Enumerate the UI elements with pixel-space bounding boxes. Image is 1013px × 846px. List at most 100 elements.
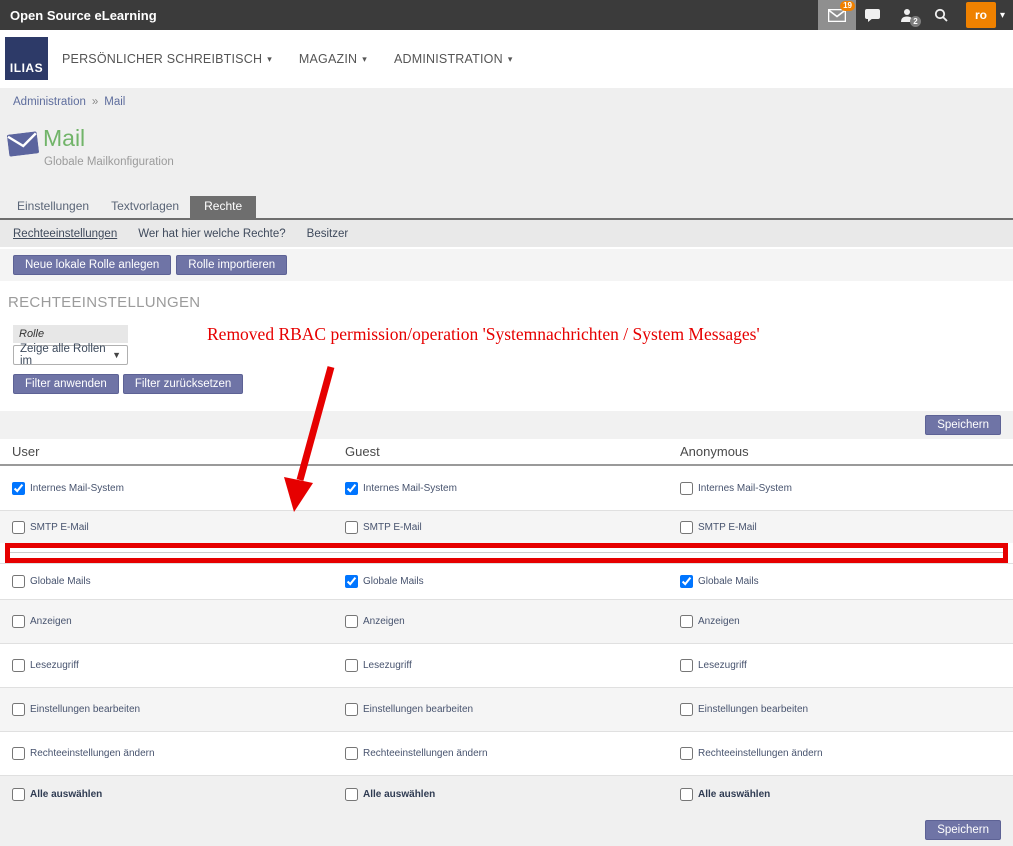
permission-checkbox-anonymous[interactable]: [680, 482, 693, 495]
nav-item-administration[interactable]: ADMINISTRATION ▾: [394, 52, 513, 66]
permission-row: SMTP E-MailSMTP E-MailSMTP E-Mail: [0, 510, 1013, 543]
permission-label: Alle auswählen: [30, 789, 102, 800]
online-badge: 2: [910, 16, 921, 27]
permission-checkbox-anonymous[interactable]: [680, 703, 693, 716]
permission-label: Alle auswählen: [363, 789, 435, 800]
permission-checkbox-user[interactable]: [12, 521, 25, 534]
permission-checkbox-user[interactable]: [12, 659, 25, 672]
tab-textvorlagen[interactable]: Textvorlagen: [100, 195, 190, 218]
permission-cell: Globale Mails: [680, 575, 1013, 588]
role-filter-selected-value: Zeige alle Rollen im: [20, 343, 112, 367]
role-filter-select[interactable]: Zeige alle Rollen im ▼: [13, 345, 128, 365]
permission-checkbox-guest[interactable]: [345, 659, 358, 672]
permission-checkbox-guest[interactable]: [345, 521, 358, 534]
permission-cell: Anzeigen: [345, 615, 680, 628]
permission-cell: Anzeigen: [680, 615, 1013, 628]
search-button[interactable]: [924, 0, 958, 30]
subtab-wer-hat-welche-rechte[interactable]: Wer hat hier welche Rechte?: [138, 228, 285, 240]
import-role-button[interactable]: Rolle importieren: [176, 255, 287, 275]
permission-cell: Rechteeinstellungen ändern: [345, 747, 680, 760]
nav-item-label: ADMINISTRATION: [394, 52, 503, 66]
permission-label: Lesezugriff: [30, 660, 79, 671]
permission-checkbox-user[interactable]: [12, 615, 25, 628]
permission-label: SMTP E-Mail: [698, 522, 757, 533]
breadcrumb-administration[interactable]: Administration: [13, 96, 86, 108]
permission-label: Alle auswählen: [698, 789, 770, 800]
permission-cell: Einstellungen bearbeiten: [680, 703, 1013, 716]
permission-cell: Rechteeinstellungen ändern: [12, 747, 345, 760]
user-menu-caret-icon[interactable]: ▾: [996, 10, 1013, 21]
permission-checkbox-anonymous[interactable]: [680, 615, 693, 628]
subtab-besitzer[interactable]: Besitzer: [307, 228, 349, 240]
who-is-online-button[interactable]: 2: [890, 0, 924, 30]
mail-object-icon: [7, 131, 39, 156]
column-header-anonymous: Anonymous: [680, 444, 1013, 459]
permission-checkbox-guest[interactable]: [345, 482, 358, 495]
permission-checkbox-anonymous[interactable]: [680, 575, 693, 588]
nav-items: PERSÖNLICHER SCHREIBTISCH ▾ MAGAZIN ▾ AD…: [62, 30, 513, 88]
breadcrumb-separator: »: [92, 96, 98, 108]
permission-checkbox-anonymous[interactable]: [680, 788, 693, 801]
permission-checkbox-anonymous[interactable]: [680, 521, 693, 534]
permission-checkbox-user[interactable]: [12, 747, 25, 760]
subtab-rechteeinstellungen[interactable]: Rechteeinstellungen: [13, 228, 117, 240]
reset-filter-button[interactable]: Filter zurücksetzen: [123, 374, 244, 394]
topbar-actions: 19 2 ro ▾: [818, 0, 1013, 30]
permission-cell: Internes Mail-System: [12, 482, 345, 495]
permission-cell: Anzeigen: [12, 615, 345, 628]
permission-cell: Internes Mail-System: [680, 482, 1013, 495]
nav-item-label: PERSÖNLICHER SCHREIBTISCH: [62, 52, 262, 66]
permission-checkbox-guest[interactable]: [345, 615, 358, 628]
permission-checkbox-guest[interactable]: [345, 788, 358, 801]
removed-permission-row: [5, 543, 1008, 563]
chat-button[interactable]: [856, 0, 890, 30]
page-header: Mail Globale Mailkonfiguration: [0, 116, 1013, 196]
tab-einstellungen[interactable]: Einstellungen: [6, 195, 100, 218]
annotation-text: Removed RBAC permission/operation 'Syste…: [207, 324, 760, 345]
ilias-logo[interactable]: ILIAS: [5, 37, 48, 80]
filter-buttons: Filter anwenden Filter zurücksetzen: [13, 374, 1013, 394]
permission-cell: SMTP E-Mail: [345, 521, 680, 534]
save-button-top[interactable]: Speichern: [925, 415, 1001, 435]
permission-cell: Einstellungen bearbeiten: [345, 703, 680, 716]
breadcrumb-mail[interactable]: Mail: [104, 96, 125, 108]
permission-cell: Alle auswählen: [12, 788, 345, 801]
role-filter-label: Rolle: [13, 325, 128, 343]
permission-label: Internes Mail-System: [30, 483, 124, 494]
permission-label: Einstellungen bearbeiten: [698, 704, 808, 715]
permission-cell: SMTP E-Mail: [680, 521, 1013, 534]
permission-row: Globale MailsGlobale MailsGlobale Mails: [0, 563, 1013, 599]
role-toolbar: Neue lokale Rolle anlegen Rolle importie…: [0, 249, 1013, 281]
permission-checkbox-anonymous[interactable]: [680, 747, 693, 760]
permission-label: Einstellungen bearbeiten: [363, 704, 473, 715]
table-toolbar-bottom: Speichern: [0, 813, 1013, 846]
permission-row: Einstellungen bearbeiten Einstellungen be…: [0, 687, 1013, 731]
mail-badge: 19: [840, 1, 855, 11]
permission-checkbox-user[interactable]: [12, 482, 25, 495]
user-menu-button[interactable]: ro: [966, 2, 996, 28]
mail-button[interactable]: 19: [818, 0, 856, 30]
permission-cell: Lesezugriff: [680, 659, 1013, 672]
permission-cell: Lesezugriff: [12, 659, 345, 672]
permission-checkbox-guest[interactable]: [345, 703, 358, 716]
nav-item-label: MAGAZIN: [299, 52, 357, 66]
chevron-down-icon: ▾: [508, 54, 513, 65]
permission-checkbox-user[interactable]: [12, 575, 25, 588]
permission-label: Einstellungen bearbeiten: [30, 704, 140, 715]
permission-checkbox-user[interactable]: [12, 703, 25, 716]
chat-icon: [865, 9, 880, 22]
permission-label: Anzeigen: [363, 616, 405, 627]
nav-item-personal-desktop[interactable]: PERSÖNLICHER SCHREIBTISCH ▾: [62, 52, 272, 66]
page-title: Mail: [43, 125, 85, 152]
permission-cell: Lesezugriff: [345, 659, 680, 672]
permission-checkbox-guest[interactable]: [345, 575, 358, 588]
tab-rechte[interactable]: Rechte: [190, 195, 256, 218]
save-button-bottom[interactable]: Speichern: [925, 820, 1001, 840]
apply-filter-button[interactable]: Filter anwenden: [13, 374, 119, 394]
permission-checkbox-anonymous[interactable]: [680, 659, 693, 672]
nav-item-repository[interactable]: MAGAZIN ▾: [299, 52, 367, 66]
permission-checkbox-user[interactable]: [12, 788, 25, 801]
permission-label: Lesezugriff: [698, 660, 747, 671]
new-local-role-button[interactable]: Neue lokale Rolle anlegen: [13, 255, 171, 275]
permission-checkbox-guest[interactable]: [345, 747, 358, 760]
